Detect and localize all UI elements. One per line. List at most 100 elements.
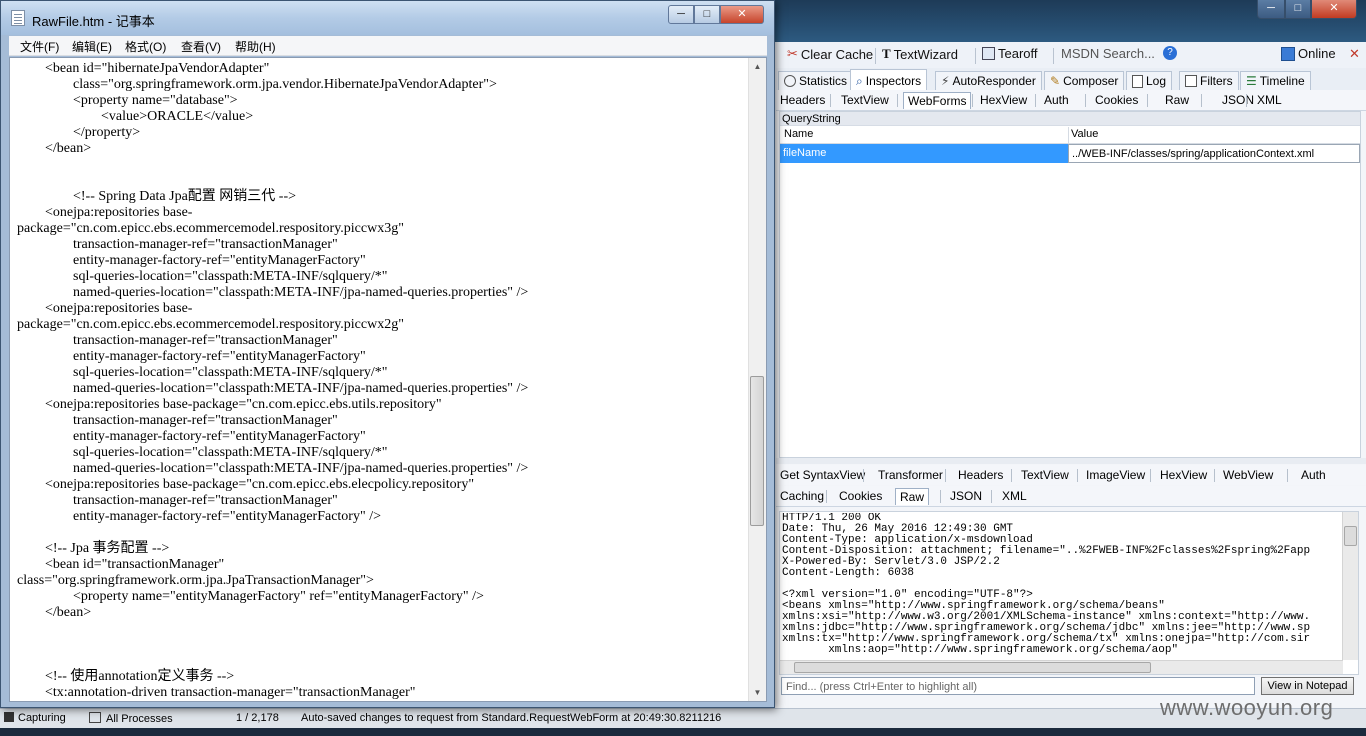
response-inspector-tabs-row1: Get SyntaxView Transformer Headers TextV… [776, 465, 1366, 485]
resp-tab-headers[interactable]: Headers [954, 467, 1007, 483]
menu-edit[interactable]: 编辑(E) [72, 38, 112, 55]
tab-autoresponder[interactable]: ⚡ AutoResponder [935, 71, 1042, 90]
req-tab-cookies[interactable]: Cookies [1091, 92, 1142, 108]
statistics-icon [784, 75, 796, 87]
scroll-thumb[interactable] [794, 662, 1151, 673]
resp-tab-hexview[interactable]: HexView [1156, 467, 1211, 483]
tab-separator [945, 469, 946, 482]
clear-cache-button[interactable]: ✂ Clear Cache [787, 46, 873, 62]
tab-log[interactable]: Log [1126, 71, 1173, 90]
log-icon [1132, 74, 1143, 88]
online-label: Online [1298, 46, 1336, 61]
menu-file[interactable]: 文件(F) [20, 38, 59, 55]
tab-filters[interactable]: Filters [1179, 71, 1239, 90]
resp-tab-cookies[interactable]: Cookies [835, 488, 886, 504]
tab-separator [1201, 94, 1202, 107]
capture-icon [4, 712, 14, 722]
req-tab-hexview[interactable]: HexView [976, 92, 1031, 108]
resp-tab-xml[interactable]: XML [998, 488, 1031, 504]
req-tab-json[interactable]: JSON [1218, 92, 1258, 108]
raw-vertical-scrollbar[interactable] [1342, 512, 1358, 660]
tearoff-button[interactable]: Tearoff [982, 46, 1038, 61]
req-tab-raw[interactable]: Raw [1161, 92, 1193, 108]
clear-cache-icon: ✂ [787, 46, 798, 61]
scroll-down-icon[interactable]: ▼ [749, 684, 766, 701]
tab-separator [1077, 469, 1078, 482]
resp-tab-auth[interactable]: Auth [1297, 467, 1330, 483]
filters-checkbox-icon [1185, 75, 1197, 87]
req-tab-textview[interactable]: TextView [837, 92, 893, 108]
resp-tab-json[interactable]: JSON [946, 488, 986, 504]
fiddler-maximize-button[interactable]: □ [1285, 0, 1311, 19]
name-column-header[interactable]: Name [784, 128, 813, 140]
menu-help[interactable]: 帮助(H) [235, 38, 276, 55]
menu-format[interactable]: 格式(O) [125, 38, 166, 55]
close-toolbar-icon[interactable]: ✕ [1349, 46, 1360, 62]
req-tab-auth[interactable]: Auth [1040, 92, 1073, 108]
tab-composer[interactable]: ✎ Composer [1044, 71, 1125, 90]
value-column-header[interactable]: Value [1071, 128, 1098, 140]
process-icon [89, 712, 101, 723]
resp-tab-textview[interactable]: TextView [1017, 467, 1073, 483]
tab-separator [830, 94, 831, 107]
scroll-thumb[interactable] [1344, 526, 1357, 546]
tab-separator [1214, 469, 1215, 482]
request-inspector-tabs: Headers TextView WebForms HexView Auth C… [776, 90, 1366, 111]
tab-separator [826, 490, 827, 503]
tearoff-icon [982, 47, 995, 60]
tearoff-label: Tearoff [998, 46, 1038, 61]
notepad-window: RawFile.htm - 记事本 ─ □ ✕ 文件(F) 编辑(E) 格式(O… [0, 0, 775, 708]
req-tab-headers[interactable]: Headers [776, 92, 829, 108]
tab-timeline[interactable]: ☰ Timeline [1240, 71, 1311, 90]
tab-statistics[interactable]: Statistics [778, 71, 854, 90]
capturing-indicator[interactable]: Capturing [4, 712, 66, 724]
timeline-icon: ☰ [1246, 74, 1257, 88]
textwizard-button[interactable]: T TextWizard [882, 46, 958, 62]
resp-tab-get-syntaxview[interactable]: Get SyntaxView [776, 467, 869, 483]
notepad-titlebar[interactable]: RawFile.htm - 记事本 ─ □ ✕ [1, 1, 774, 35]
process-filter[interactable]: All Processes [89, 712, 173, 725]
raw-response-view[interactable]: HTTP/1.1 200 OK Date: Thu, 26 May 2016 1… [779, 511, 1359, 675]
resp-tab-transformer[interactable]: Transformer [874, 467, 947, 483]
fiddler-toolbar: ✂ Clear Cache T TextWizard Tearoff MSDN … [776, 42, 1366, 69]
querystring-value-cell[interactable]: ../WEB-INF/classes/spring/applicationCon… [1068, 144, 1360, 163]
help-icon[interactable]: ? [1163, 46, 1177, 60]
notepad-icon [11, 10, 25, 26]
find-input[interactable]: Find... (press Ctrl+Enter to highlight a… [781, 677, 1255, 695]
notepad-content[interactable]: <bean id="hibernateJpaVendorAdapter" cla… [17, 61, 750, 701]
online-indicator[interactable]: Online [1281, 46, 1336, 61]
tab-separator [1150, 469, 1151, 482]
menu-view[interactable]: 查看(V) [181, 38, 221, 55]
req-tab-webforms[interactable]: WebForms [903, 92, 972, 109]
notepad-minimize-button[interactable]: ─ [668, 5, 694, 24]
raw-horizontal-scrollbar[interactable] [780, 660, 1343, 674]
notepad-text-area[interactable]: <bean id="hibernateJpaVendorAdapter" cla… [9, 57, 767, 702]
resp-tab-imageview[interactable]: ImageView [1082, 467, 1149, 483]
scroll-up-icon[interactable]: ▲ [749, 58, 766, 75]
table-row[interactable]: fileName ../WEB-INF/classes/spring/appli… [780, 144, 1360, 163]
column-divider[interactable] [1068, 127, 1069, 143]
tab-inspectors[interactable]: ⌕ Inspectors [850, 69, 928, 91]
inspector-splitter[interactable] [776, 458, 1366, 464]
tab-separator [991, 490, 992, 503]
notepad-close-button[interactable]: ✕ [720, 5, 764, 24]
tab-separator [1287, 469, 1288, 482]
querystring-name-cell[interactable]: fileName [780, 144, 1068, 163]
notepad-vertical-scrollbar[interactable]: ▲ ▼ [748, 58, 766, 701]
fiddler-main-tabs: Statistics ⌕ Inspectors ⚡ AutoResponder ✎ C… [776, 68, 1366, 91]
req-tab-xml[interactable]: XML [1253, 92, 1286, 108]
resp-tab-caching[interactable]: Caching [776, 488, 828, 504]
fiddler-minimize-button[interactable]: ─ [1257, 0, 1285, 19]
notepad-maximize-button[interactable]: □ [694, 5, 720, 24]
toolbar-separator [875, 48, 876, 64]
scroll-thumb[interactable] [750, 376, 764, 526]
response-inspector-tabs-row2: Caching Cookies Raw JSON XML [776, 486, 1366, 507]
resp-tab-webview[interactable]: WebView [1219, 467, 1277, 483]
network-icon [1281, 46, 1295, 61]
msdn-search-input[interactable]: MSDN Search... [1061, 46, 1155, 61]
resp-tab-raw[interactable]: Raw [895, 488, 930, 505]
tab-separator [1035, 94, 1036, 107]
fiddler-close-button[interactable]: ✕ [1311, 0, 1357, 19]
raw-response-text[interactable]: HTTP/1.1 200 OK Date: Thu, 26 May 2016 1… [782, 513, 1342, 656]
view-in-notepad-button[interactable]: View in Notepad [1261, 677, 1354, 695]
